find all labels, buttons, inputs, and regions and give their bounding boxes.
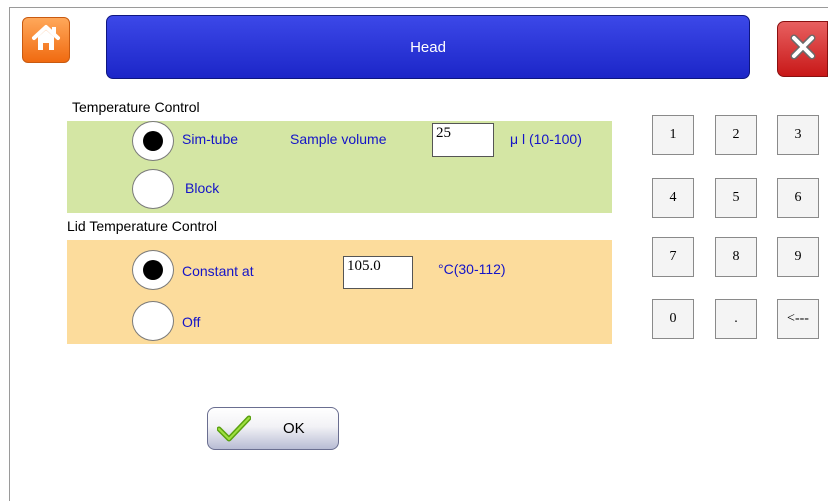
lid-temperature-unit: °C(30-112) [438, 261, 506, 277]
sample-volume-unit: μ l (10-100) [510, 131, 582, 147]
lid-temperature-control-label: Lid Temperature Control [67, 218, 217, 234]
close-icon [788, 32, 818, 67]
off-radio[interactable] [132, 301, 174, 341]
sample-volume-label: Sample volume [290, 131, 387, 147]
constant-at-label: Constant at [182, 263, 254, 279]
ok-button[interactable]: OK [207, 407, 339, 450]
keypad-key-9[interactable]: 9 [777, 237, 819, 277]
keypad-key-5[interactable]: 5 [715, 178, 757, 218]
sim-tube-radio[interactable] [132, 121, 174, 161]
keypad-key-backspace[interactable]: <--- [777, 299, 819, 339]
checkmark-icon [216, 415, 252, 448]
lid-temperature-input[interactable]: 105.0 [343, 256, 413, 289]
keypad-key-1[interactable]: 1 [652, 115, 694, 155]
radio-selected-dot [143, 131, 163, 151]
keypad-key-3[interactable]: 3 [777, 115, 819, 155]
title-bar: Head [106, 15, 750, 79]
block-radio[interactable] [132, 169, 174, 209]
home-icon [30, 23, 62, 58]
close-button[interactable] [777, 21, 828, 77]
block-label: Block [185, 180, 220, 196]
keypad-key-decimal[interactable]: . [715, 299, 757, 339]
sim-tube-label: Sim-tube [182, 131, 239, 147]
constant-at-radio[interactable] [132, 250, 174, 290]
temperature-control-label: Temperature Control [72, 99, 200, 115]
keypad-key-2[interactable]: 2 [715, 115, 757, 155]
radio-selected-dot [143, 260, 163, 280]
keypad-key-4[interactable]: 4 [652, 178, 694, 218]
sample-volume-input[interactable]: 25 [432, 123, 494, 157]
home-button[interactable] [22, 17, 70, 63]
keypad-key-0[interactable]: 0 [652, 299, 694, 339]
keypad-key-8[interactable]: 8 [715, 237, 757, 277]
ok-label: OK [283, 420, 305, 437]
page-title: Head [410, 38, 446, 56]
off-label: Off [182, 314, 201, 330]
keypad-key-7[interactable]: 7 [652, 237, 694, 277]
keypad-key-6[interactable]: 6 [777, 178, 819, 218]
